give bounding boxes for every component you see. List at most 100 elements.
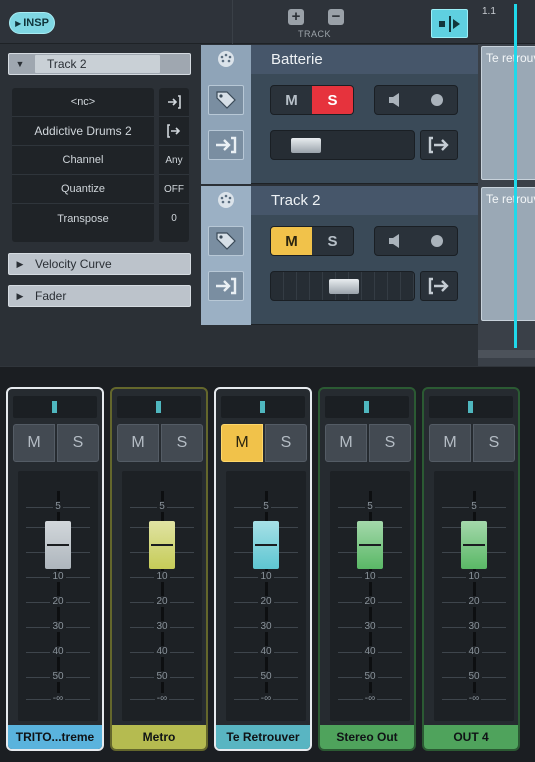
fader-scale-text: 40 <box>466 646 482 657</box>
inspector-input-row[interactable]: <nc> <box>12 88 154 117</box>
mixer-channel-strip[interactable]: M S 5051020304050-∞ Te Retrouver <box>214 387 312 751</box>
instrument-tag-button[interactable] <box>208 85 244 115</box>
clip-label: Te retrouver <box>486 51 535 65</box>
solo-button[interactable]: S <box>312 227 353 255</box>
inspector-output-row[interactable]: Addictive Drums 2 <box>12 117 154 146</box>
mute-button[interactable]: M <box>271 227 312 255</box>
monitor-button[interactable] <box>375 227 416 255</box>
fader-knob[interactable] <box>253 521 279 569</box>
inspector-toggle-label: INSP <box>23 17 49 29</box>
solo-button[interactable]: S <box>312 86 353 114</box>
fader-scale-text: -∞ <box>362 693 378 704</box>
solo-button[interactable]: S <box>473 424 515 462</box>
output-routing-button[interactable] <box>420 130 458 160</box>
playhead-cursor[interactable] <box>514 4 517 348</box>
mute-button[interactable]: M <box>429 424 471 462</box>
velocity-curve-label: Velocity Curve <box>35 257 112 271</box>
fader-scale-label: -∞ <box>18 693 98 704</box>
track-name[interactable]: Batterie <box>271 51 323 68</box>
channel-name[interactable]: TRITO...treme <box>8 725 102 749</box>
fader-knob[interactable] <box>329 279 359 294</box>
mute-button[interactable]: M <box>13 424 55 462</box>
input-routing-icon <box>216 277 237 295</box>
view-divider[interactable] <box>0 366 535 378</box>
solo-button[interactable]: S <box>161 424 203 462</box>
level-meter <box>429 396 513 418</box>
mixer-channel-strip[interactable]: M S 5051020304050-∞ TRITO...treme <box>6 387 104 751</box>
fader-scale-label: 5 <box>18 501 98 512</box>
mixer-channel-strip[interactable]: M S 5051020304050-∞ OUT 4 <box>422 387 520 751</box>
solo-button[interactable]: S <box>369 424 411 462</box>
solo-button[interactable]: S <box>57 424 99 462</box>
split-view-button[interactable] <box>431 9 468 38</box>
remove-track-icon[interactable]: − <box>328 9 344 25</box>
audio-clip[interactable]: Te retrouver <box>481 46 535 180</box>
level-meter <box>325 396 409 418</box>
fader-knob[interactable] <box>149 521 175 569</box>
channel-fader[interactable]: 5051020304050-∞ <box>122 471 202 721</box>
fader-scale-text: 10 <box>362 571 378 582</box>
output-routing-button[interactable] <box>420 271 458 301</box>
mixer-channel-strip[interactable]: M S 5051020304050-∞ Metro <box>110 387 208 751</box>
channel-fader[interactable]: 5051020304050-∞ <box>226 471 306 721</box>
input-arrow-icon[interactable] <box>159 88 189 117</box>
fader-knob[interactable] <box>45 521 71 569</box>
mute-button[interactable]: M <box>117 424 159 462</box>
fader-scale-text: 50 <box>258 671 274 682</box>
input-routing-button[interactable] <box>208 130 244 160</box>
channel-name[interactable]: OUT 4 <box>424 725 518 749</box>
inspector-toggle-button[interactable]: ▶ INSP <box>9 12 55 34</box>
channel-name[interactable]: Stereo Out <box>320 725 414 749</box>
inspector-quantize-value[interactable]: OFF <box>159 175 189 204</box>
fader-knob[interactable] <box>291 138 321 153</box>
instrument-tag-button[interactable] <box>208 226 244 256</box>
mute-button[interactable]: M <box>271 86 312 114</box>
monitor-record-group <box>374 226 458 256</box>
channel-name[interactable]: Te Retrouver <box>216 725 310 749</box>
mute-solo-group: M S <box>270 226 354 256</box>
fader-scale-label: 50 <box>434 671 514 682</box>
channel-name[interactable]: Metro <box>112 725 206 749</box>
channel-fader[interactable]: 5051020304050-∞ <box>330 471 410 721</box>
mute-button[interactable]: M <box>325 424 367 462</box>
track-list-empty-area[interactable] <box>201 326 478 366</box>
timeline-ruler[interactable]: 1.1 <box>478 0 535 44</box>
inspector-transpose-value[interactable]: 0 <box>159 204 189 233</box>
monitor-button[interactable] <box>375 86 416 114</box>
inspector-track-header[interactable]: ▼ Track 2 <box>8 53 191 75</box>
audio-clip[interactable]: Te retrouver <box>481 187 535 321</box>
mute-solo-group: M S <box>221 424 307 462</box>
track-volume-fader[interactable] <box>270 130 415 160</box>
arrangement-area[interactable]: 1.1 Te retrouver Te retrouver <box>478 0 535 366</box>
fader-scale-text: 5 <box>53 501 63 512</box>
bar-marker: 1.1 <box>482 6 496 17</box>
fader-section[interactable]: ▶ Fader <box>8 285 191 307</box>
fader-scale-label: 5 <box>434 501 514 512</box>
fader-knob[interactable] <box>461 521 487 569</box>
track-row[interactable]: Track 2 M S <box>201 186 478 325</box>
fader-scale-text: 20 <box>258 596 274 607</box>
track-row[interactable]: Batterie M S <box>201 45 478 184</box>
input-routing-button[interactable] <box>208 271 244 301</box>
fader-scale-text: 10 <box>258 571 274 582</box>
track-name[interactable]: Track 2 <box>271 192 320 209</box>
channel-fader[interactable]: 5051020304050-∞ <box>18 471 98 721</box>
track-volume-fader[interactable] <box>270 271 415 301</box>
add-track-icon[interactable]: + <box>288 9 304 25</box>
inspector-transpose-label: Transpose <box>57 212 109 225</box>
meter-peak <box>364 401 369 413</box>
record-arm-button[interactable] <box>416 86 457 114</box>
fader-scale-label: -∞ <box>226 693 306 704</box>
fader-knob[interactable] <box>357 521 383 569</box>
inspector-channel-value[interactable]: Any <box>159 146 189 175</box>
mixer-channel-strip[interactable]: M S 5051020304050-∞ Stereo Out <box>318 387 416 751</box>
channel-fader[interactable]: 5051020304050-∞ <box>434 471 514 721</box>
horizontal-scrollbar[interactable] <box>478 350 535 358</box>
mute-button[interactable]: M <box>221 424 263 462</box>
velocity-curve-section[interactable]: ▶ Velocity Curve <box>8 253 191 275</box>
fader-scale-text: 30 <box>362 621 378 632</box>
record-arm-button[interactable] <box>416 227 457 255</box>
solo-button[interactable]: S <box>265 424 307 462</box>
output-arrow-icon[interactable] <box>159 117 189 146</box>
fader-scale-text: -∞ <box>466 693 482 704</box>
